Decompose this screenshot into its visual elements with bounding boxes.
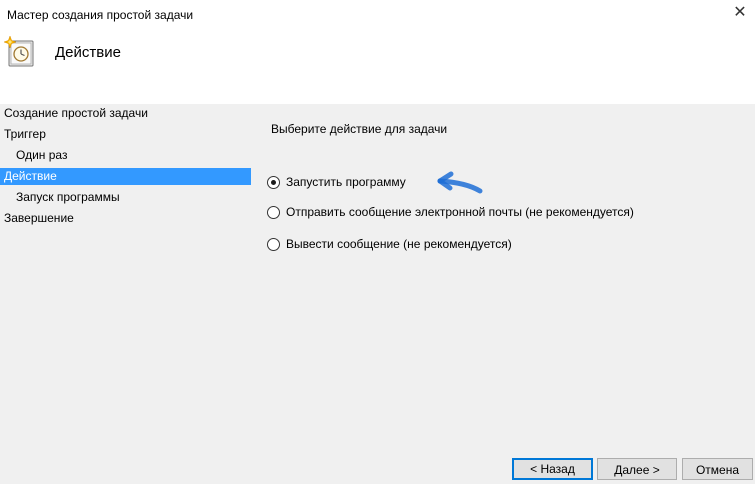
wizard-header: Действие bbox=[0, 30, 755, 104]
radio-send-email[interactable] bbox=[267, 206, 280, 219]
radio-show-message[interactable] bbox=[267, 238, 280, 251]
close-icon[interactable]: ✕ bbox=[731, 4, 749, 22]
radio-start-program[interactable] bbox=[267, 176, 280, 189]
page-heading: Действие bbox=[55, 44, 121, 61]
step-finish[interactable]: Завершение bbox=[0, 210, 251, 227]
step-start-program[interactable]: Запуск программы bbox=[0, 189, 251, 206]
step-create-task[interactable]: Создание простой задачи bbox=[0, 105, 251, 122]
back-button[interactable]: < Назад bbox=[512, 458, 593, 480]
option-label: Отправить сообщение электронной почты (н… bbox=[286, 205, 634, 219]
wizard-body: Создание простой задачи Триггер Один раз… bbox=[0, 104, 755, 484]
title-bar: Мастер создания простой задачи ✕ bbox=[0, 0, 755, 30]
step-trigger[interactable]: Триггер bbox=[0, 126, 251, 143]
step-once[interactable]: Один раз bbox=[0, 147, 251, 164]
cancel-button[interactable]: Отмена bbox=[682, 458, 753, 480]
radio-selected-dot bbox=[271, 180, 276, 185]
option-label: Вывести сообщение (не рекомендуется) bbox=[286, 237, 512, 251]
option-label: Запустить программу bbox=[286, 175, 406, 189]
action-prompt: Выберите действие для задачи bbox=[271, 122, 448, 136]
annotation-arrow-icon bbox=[437, 171, 483, 194]
task-scheduler-icon bbox=[4, 35, 34, 67]
window-title: Мастер создания простой задачи bbox=[7, 8, 194, 22]
step-action[interactable]: Действие bbox=[0, 168, 251, 185]
next-button[interactable]: Далее > bbox=[597, 458, 677, 480]
